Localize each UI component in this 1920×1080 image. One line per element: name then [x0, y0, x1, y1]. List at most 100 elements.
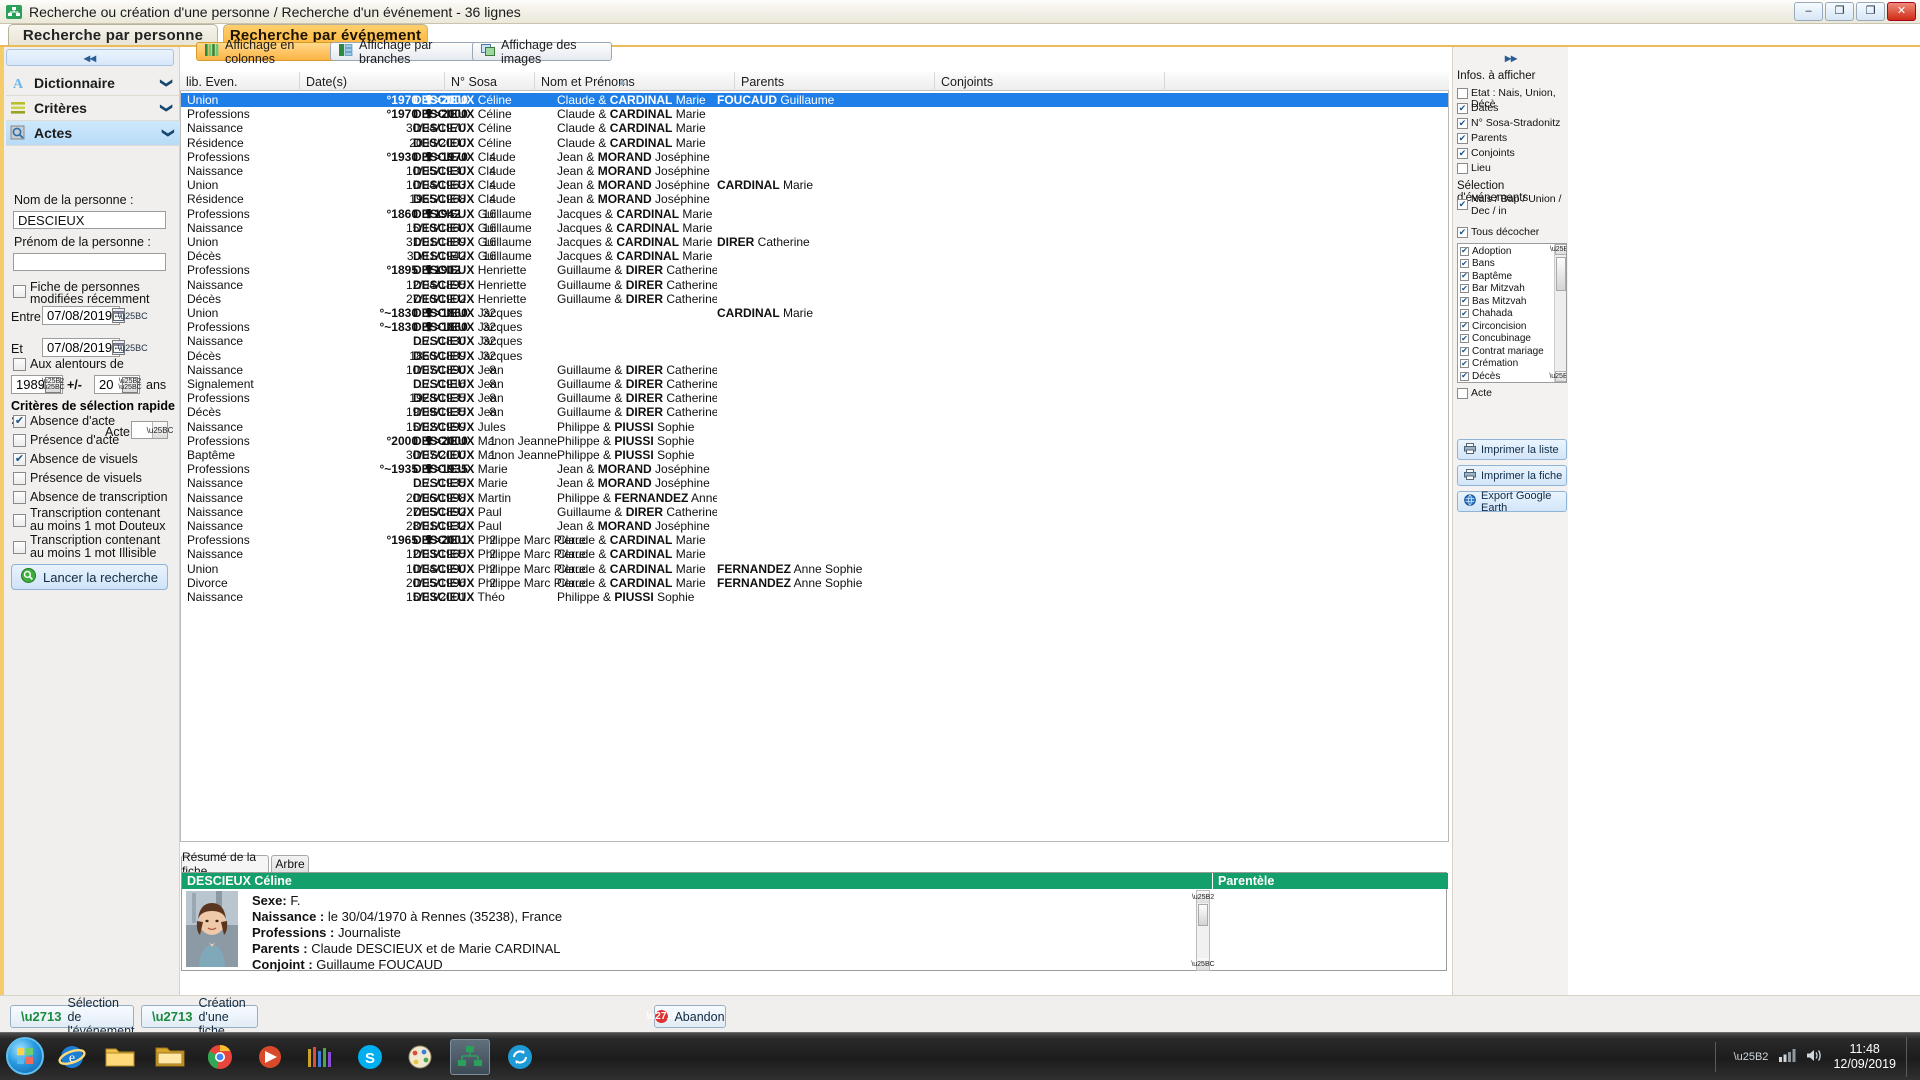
taskbar-skype-icon[interactable]: S	[350, 1039, 390, 1075]
detail-scrollbar-thumb[interactable]	[1198, 904, 1208, 926]
et-date-field[interactable]: 07/08/2019 \u25BC	[42, 338, 148, 357]
table-row[interactable]: Naissance 12/04/1895 DESCIEUX Henriette Gui…	[181, 278, 1448, 292]
event-item-checkbox[interactable]: ✔	[1460, 296, 1469, 306]
export-google-earth-button[interactable]: Export Google Earth	[1457, 490, 1567, 514]
events-list-scrollbar[interactable]: \u25B2 \u25BC	[1549, 244, 1566, 382]
event-item-checkbox[interactable]: ✔	[1460, 321, 1469, 331]
imprimer-fiche-button[interactable]: Imprimer la fiche	[1457, 465, 1567, 486]
table-row[interactable]: Divorce 20/05/1996 2 DESCIEUX Philippe Marc…	[181, 576, 1448, 590]
table-row[interactable]: Union 31/01/1889 16 DESCIEUX Guillaume Jacqu…	[181, 235, 1448, 249]
table-row[interactable]: Naissance 30/04/1970 DESCIEUX Céline Claude…	[181, 121, 1448, 135]
nais-bap-union-checkbox[interactable]	[1457, 199, 1468, 210]
imprimer-liste-button[interactable]: Imprimer la liste	[1457, 439, 1567, 460]
table-row[interactable]: Naissance ../../1935 DESCIEUX Marie Jean & …	[181, 476, 1448, 490]
table-row[interactable]: Naissance 20/06/1998 DESCIEUX Martin Philip…	[181, 491, 1448, 505]
table-row[interactable]: Naissance 15/10/1860 16 DESCIEUX Guillaume J…	[181, 221, 1448, 235]
table-row[interactable]: Baptême 30/07/2000 1 DESCIEUX Manon Jeanne P…	[181, 448, 1448, 462]
event-list-item[interactable]: ✔ Baptême	[1460, 270, 1512, 282]
table-row[interactable]: Décès 27/10/1902 DESCIEUX Henriette Guillau…	[181, 292, 1448, 306]
event-list-item[interactable]: ✔ Concubinage	[1460, 333, 1531, 345]
accordion-dictionnaire[interactable]: A Dictionnaire ❯	[6, 71, 180, 96]
info-etat-checkbox[interactable]	[1457, 88, 1468, 99]
range-spinner[interactable]: 20 \u25B2 \u25BC	[94, 375, 142, 394]
taskbar-chrome-icon[interactable]	[200, 1039, 240, 1075]
accordion-criteres[interactable]: Critères ❯	[6, 96, 180, 121]
chevron-down-icon[interactable]: \u25BC	[147, 422, 173, 438]
info-parents-checkbox[interactable]	[1457, 133, 1468, 144]
close-button[interactable]: ✕	[1887, 2, 1916, 21]
alentours-checkbox[interactable]	[13, 358, 26, 371]
table-row[interactable]: Naissance 15/02/1999 DESCIEUX Jules Philipp…	[181, 420, 1448, 434]
event-item-checkbox[interactable]: ✔	[1460, 334, 1469, 343]
acte-right-checkbox[interactable]	[1457, 388, 1468, 399]
table-row[interactable]: Naissance ../../1830 32 DESCIEUX Jacques	[181, 334, 1448, 348]
event-list-item[interactable]: ✔ Décès	[1460, 370, 1500, 382]
table-row[interactable]: Professions 1928/1935 8 DESCIEUX Jean Guilla…	[181, 391, 1448, 405]
table-row[interactable]: Décès 1860/1889 32 DESCIEUX Jacques	[181, 349, 1448, 363]
detail-scroll-up-icon[interactable]: \u25B2	[1192, 891, 1214, 903]
transcription-illisible-checkbox[interactable]	[13, 541, 26, 554]
scroll-up-icon[interactable]: \u25B2	[1550, 244, 1566, 255]
table-row[interactable]: Décès 19/09/1935 8 DESCIEUX Jean Guillaume &…	[181, 405, 1448, 419]
table-row[interactable]: Union °~1830 ✟>1860 32 DESCIEUX Jacques CARDI…	[181, 306, 1448, 320]
table-row[interactable]: Naissance 15/03/2001 DESCIEUX Théo Philippe…	[181, 590, 1448, 604]
table-row[interactable]: Naissance 28/01/1932 DESCIEUX Paul Jean & M…	[181, 519, 1448, 533]
event-list-item[interactable]: ✔ Chahada	[1460, 308, 1513, 320]
table-row[interactable]: Professions °~1935 ✟>1935 DESCIEUX Marie Jea…	[181, 462, 1448, 476]
prenom-input[interactable]	[13, 253, 166, 271]
range-spin-buttons[interactable]: \u25B2 \u25BC	[118, 376, 142, 393]
restore-button[interactable]: ❐	[1825, 2, 1854, 21]
transcription-douteux-checkbox[interactable]	[13, 514, 26, 527]
column-header-dates[interactable]: Date(s)	[300, 72, 445, 91]
lancer-recherche-button[interactable]: Lancer la recherche	[11, 564, 168, 590]
table-row[interactable]: Décès 30/11/1942 16 DESCIEUX Guillaume Jacqu…	[181, 249, 1448, 263]
tous-decocher-checkbox[interactable]	[1457, 227, 1468, 238]
table-row[interactable]: Union °1970 ✟>2000 DESCIEUX Céline Claude & …	[181, 93, 1448, 107]
table-row[interactable]: Résidence 1965/1968 4 DESCIEUX Claude Jean &…	[181, 192, 1448, 206]
scroll-down-icon[interactable]: \u25BC	[1549, 371, 1566, 382]
scrollbar-thumb[interactable]	[1556, 257, 1566, 291]
events-list-box[interactable]: ✔ Adoption ✔ Bans ✔ Baptême ✔ Bar Mitzvah ✔ Bas M…	[1457, 243, 1567, 383]
table-row[interactable]: Professions °1895 ✟1902 DESCIEUX Henriette G…	[181, 263, 1448, 277]
year-spin-buttons[interactable]: \u25B2 \u25BC	[41, 376, 65, 393]
accordion-actes[interactable]: Actes ❮	[6, 121, 180, 146]
presence-visuels-checkbox[interactable]	[13, 472, 26, 485]
event-item-checkbox[interactable]: ✔	[1460, 346, 1469, 356]
presence-acte-checkbox[interactable]	[13, 434, 26, 447]
table-row[interactable]: Professions °1970 ✟>2000 DESCIEUX Céline Cla…	[181, 107, 1448, 121]
minimize-button[interactable]: –	[1794, 2, 1823, 21]
detail-scrollbar[interactable]: \u25B2 \u25BC	[1191, 890, 1215, 971]
column-header-nom[interactable]: Nom et Prénoms	[535, 72, 735, 91]
event-list-item[interactable]: ✔ Circoncision	[1460, 320, 1526, 332]
start-button[interactable]	[6, 1037, 44, 1075]
show-desktop-button[interactable]	[1906, 1037, 1912, 1077]
table-row[interactable]: Naissance 27/05/1892 DESCIEUX Paul Guillaum…	[181, 505, 1448, 519]
column-header-parents[interactable]: Parents	[735, 72, 935, 91]
tab-recherche-par-personne[interactable]: Recherche par personne	[8, 24, 218, 46]
absence-acte-checkbox[interactable]	[13, 415, 26, 428]
chevron-up-icon[interactable]: \u25B2	[1734, 1051, 1769, 1063]
abandon-button[interactable]: \u2715 Abandon	[646, 1005, 726, 1028]
event-list-item[interactable]: ✔ Adoption	[1460, 245, 1511, 257]
table-row[interactable]: Résidence 2000/2000 DESCIEUX Céline Claude …	[181, 136, 1448, 150]
taskbar-media-icon[interactable]	[250, 1039, 290, 1075]
taskbar-folder-icon[interactable]	[100, 1039, 140, 1075]
table-row[interactable]: Professions °1860 ✟1942 16 DESCIEUX Guillaum…	[181, 207, 1448, 221]
tab-resume-de-la-fiche[interactable]: Résumé de la fiche	[181, 850, 269, 878]
right-collapse-button[interactable]: ▸▸	[1455, 49, 1567, 66]
recent-modified-checkbox[interactable]	[13, 285, 26, 298]
table-row[interactable]: Professions °1930 ✟>1970 4 DESCIEUX Claude Je…	[181, 150, 1448, 164]
taskbar-explorer-icon[interactable]	[150, 1039, 190, 1075]
table-row[interactable]: Professions °2000 ✟>2000 1 DESCIEUX Manon Je…	[181, 434, 1448, 448]
table-row[interactable]: Union 10/04/1990 2 DESCIEUX Philippe Marc P…	[181, 562, 1448, 576]
table-row[interactable]: Professions °~1830 ✟>1860 32 DESCIEUX Jacque…	[181, 320, 1448, 334]
tab-arbre[interactable]: Arbre	[271, 855, 309, 872]
nom-input[interactable]: DESCIEUX	[13, 211, 166, 229]
table-row[interactable]: Naissance 12/03/1965 2 DESCIEUX Philippe Ma…	[181, 547, 1448, 561]
info-lieu-checkbox[interactable]	[1457, 163, 1468, 174]
event-list-item[interactable]: ✔ Bar Mitzvah	[1460, 283, 1525, 295]
table-row[interactable]: Union 10/04/1963 4 DESCIEUX Claude Jean & MO…	[181, 178, 1448, 192]
view-branches-button[interactable]: Affichage par branches	[330, 38, 485, 66]
taskbar-bars-icon[interactable]	[300, 1039, 340, 1075]
taskbar-clock[interactable]: 11:48 12/09/2019	[1833, 1042, 1896, 1072]
